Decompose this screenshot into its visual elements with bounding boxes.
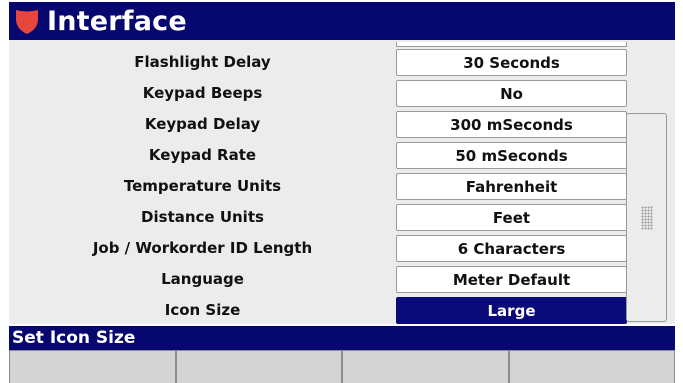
setting-row-keypad-rate: Keypad Rate 50 mSeconds [9, 140, 675, 170]
setting-label: Language [161, 270, 244, 288]
setting-value-button[interactable]: 50 mSeconds [396, 142, 627, 169]
softkey-3[interactable] [342, 350, 509, 383]
page-title: Interface [47, 5, 187, 37]
setting-value-button[interactable]: Feet [396, 204, 627, 231]
setting-value-button[interactable]: 6 Characters [396, 235, 627, 262]
setting-label: Icon Size [164, 301, 241, 319]
setting-label: Flashlight Delay [134, 53, 271, 71]
setting-value-button[interactable]: No [396, 80, 627, 107]
setting-value-button[interactable]: 30 Seconds [396, 49, 627, 76]
setting-value-button[interactable]: Fahrenheit [396, 173, 627, 200]
grip-dots-icon [640, 205, 653, 230]
setting-label: Keypad Rate [148, 146, 257, 164]
setting-row-distance-units: Distance Units Feet [9, 202, 675, 232]
setting-row-job-id-length: Job / Workorder ID Length 6 Characters [9, 233, 675, 263]
status-text: Set Icon Size [12, 328, 136, 348]
softkey-bar [9, 350, 675, 383]
setting-label: Keypad Delay [144, 115, 261, 133]
scrollbar-thumb[interactable] [626, 113, 667, 322]
setting-value-button[interactable]: 300 mSeconds [396, 111, 627, 138]
setting-row-temperature-units: Temperature Units Fahrenheit [9, 171, 675, 201]
setting-label: Distance Units [141, 208, 264, 226]
title-bar: Interface [9, 2, 675, 40]
softkey-1[interactable] [9, 350, 176, 383]
softkey-2[interactable] [175, 350, 342, 383]
shield-icon [16, 10, 38, 34]
status-bar: Set Icon Size [9, 326, 675, 350]
softkey-4[interactable] [508, 350, 675, 383]
setting-value-button[interactable]: Meter Default [396, 266, 627, 293]
setting-label: Temperature Units [123, 177, 282, 195]
setting-row-icon-size: Icon Size Large [9, 295, 675, 325]
setting-label: Job / Workorder ID Length [92, 239, 313, 257]
setting-row-keypad-beeps: Keypad Beeps No [9, 78, 675, 108]
settings-panel: Flashlight Delay 30 Seconds Keypad Beeps… [9, 40, 675, 324]
setting-row-keypad-delay: Keypad Delay 300 mSeconds [9, 109, 675, 139]
setting-label: Keypad Beeps [142, 84, 263, 102]
setting-row-flashlight-delay: Flashlight Delay 30 Seconds [9, 47, 675, 77]
setting-row-language: Language Meter Default [9, 264, 675, 294]
setting-value-button-selected[interactable]: Large [396, 297, 627, 324]
